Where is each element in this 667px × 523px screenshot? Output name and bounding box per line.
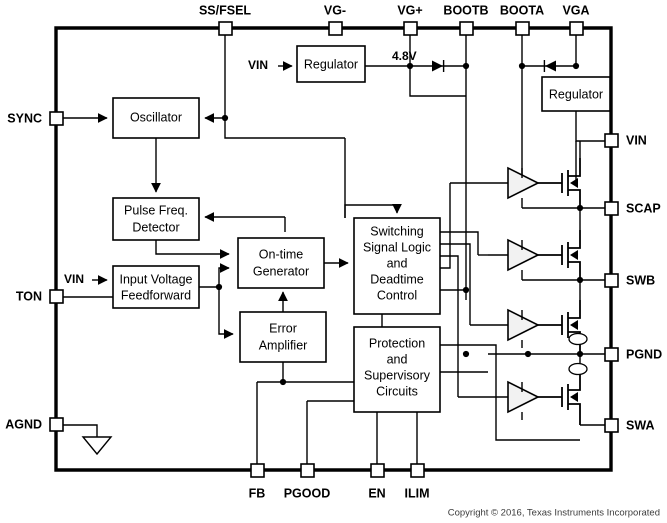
- otg-to-pfd-feedback-net: [204, 212, 286, 232]
- block-regulator-vga: Regulator: [541, 76, 611, 112]
- net-label-vin-regulator: VIN: [248, 58, 268, 72]
- net-label-vin-feedforward: VIN: [64, 272, 84, 286]
- agnd-ground-symbol: [63, 424, 113, 456]
- diode-vga-to-boota: [543, 60, 556, 72]
- block-label-ivf-line1: Input Voltage: [120, 272, 193, 286]
- pin-ton[interactable]: TON: [16, 289, 64, 304]
- pin-vga[interactable]: VGA: [562, 3, 590, 36]
- pin-label-agnd: AGND: [5, 417, 42, 431]
- pin-label-pgood: PGOOD: [284, 486, 331, 500]
- pin-pgnd[interactable]: PGND: [604, 347, 662, 362]
- block-oscillator: Oscillator: [112, 97, 200, 139]
- pin-label-vg-plus: VG+: [397, 3, 422, 17]
- block-label-ssl-line4: Deadtime: [370, 272, 424, 286]
- driver-scap: [488, 166, 540, 208]
- pin-label-vga: VGA: [562, 3, 589, 17]
- block-diagram-canvas: SS/FSEL VG- VG+ BOOTB BOOTA VGA SYNC TON…: [5, 3, 662, 519]
- diode-vgplus-to-bootb: [432, 60, 445, 72]
- vin-to-feedforward-net: VIN: [64, 272, 108, 286]
- pin-label-sync: SYNC: [7, 111, 42, 125]
- net-label-4v8: 4.8V: [392, 49, 417, 63]
- pin-sync[interactable]: SYNC: [7, 111, 64, 126]
- pin-label-boota: BOOTA: [500, 3, 544, 17]
- pin-scap[interactable]: SCAP: [604, 201, 661, 216]
- pin-bootb[interactable]: BOOTB: [443, 3, 489, 36]
- block-label-ea-line2: Amplifier: [259, 338, 308, 352]
- block-error-amplifier: Error Amplifier: [239, 311, 327, 363]
- block-label-pfd-line1: Pulse Freq.: [124, 203, 188, 217]
- block-pulse-freq-detector: Pulse Freq. Detector: [112, 197, 200, 241]
- block-label-ssl-line2: Signal Logic: [363, 240, 431, 254]
- vin-to-regulator-net: VIN: [248, 58, 293, 72]
- block-label-otg-line1: On-time: [259, 247, 304, 261]
- block-label-ssl-line1: Switching: [370, 224, 424, 238]
- feedforward-output-net: [199, 263, 234, 339]
- pin-vin-right[interactable]: VIN: [604, 133, 647, 148]
- block-switching-signal-logic: Switching Signal Logic and Deadtime Cont…: [353, 217, 441, 315]
- pin-label-fb: FB: [249, 486, 266, 500]
- block-label-prot-line3: Supervisory: [364, 368, 431, 382]
- pin-ss-fsel[interactable]: SS/FSEL: [199, 3, 251, 36]
- block-on-time-generator: On-time Generator: [237, 237, 325, 289]
- block-label-prot-line1: Protection: [369, 336, 425, 350]
- protection-pgood-net: [306, 400, 354, 464]
- block-label-otg-line2: Generator: [253, 264, 309, 278]
- pin-vg-plus[interactable]: VG+: [397, 3, 423, 36]
- pin-label-ton: TON: [16, 289, 42, 303]
- pin-fb[interactable]: FB: [249, 463, 266, 500]
- pin-vg-minus[interactable]: VG-: [324, 3, 346, 36]
- pin-label-ss-fsel: SS/FSEL: [199, 3, 251, 17]
- copyright-notice: Copyright © 2016, Texas Instruments Inco…: [448, 508, 660, 519]
- mosfet-swb: [522, 208, 605, 284]
- ssl-top-input-arrow: [344, 203, 402, 218]
- pin-label-en: EN: [368, 486, 385, 500]
- driver-pgnd-b: [488, 308, 540, 348]
- block-label-ssl-line5: Control: [377, 288, 417, 302]
- pin-boota[interactable]: BOOTA: [500, 3, 544, 36]
- block-label-ssl-line3: and: [387, 256, 408, 270]
- pin-label-swb: SWB: [626, 273, 655, 287]
- block-label-prot-line4: Circuits: [376, 384, 418, 398]
- block-label-regulator-vga: Regulator: [549, 87, 603, 101]
- block-label-ea-line1: Error: [269, 321, 297, 335]
- pgnd-rail-net: [488, 332, 588, 376]
- block-label-ivf-line2: Feedforward: [121, 288, 191, 302]
- block-label-prot-line2: and: [387, 352, 408, 366]
- block-label-regulator-vg: Regulator: [304, 57, 358, 71]
- error-amp-fb-net: [256, 362, 354, 464]
- mosfet-scap: [522, 141, 605, 212]
- pfd-to-otg-net: [155, 240, 230, 259]
- pin-en[interactable]: EN: [368, 463, 386, 500]
- mosfet-pgnd-b: [538, 280, 605, 358]
- block-protection-supervisory: Protection and Supervisory Circuits: [353, 326, 441, 413]
- pin-swb[interactable]: SWB: [604, 273, 655, 288]
- pin-label-pgnd: PGND: [626, 347, 662, 361]
- pin-label-scap: SCAP: [626, 201, 661, 215]
- block-diagram-figure: SS/FSEL VG- VG+ BOOTB BOOTA VGA SYNC TON…: [0, 0, 667, 523]
- block-label-oscillator: Oscillator: [130, 110, 182, 124]
- pin-label-vin-right: VIN: [626, 133, 647, 147]
- pin-label-vg-minus: VG-: [324, 3, 346, 17]
- pin-agnd[interactable]: AGND: [5, 417, 64, 432]
- pin-label-swa: SWA: [626, 418, 654, 432]
- pin-label-ilim: ILIM: [405, 486, 430, 500]
- block-label-pfd-line2: Detector: [132, 220, 179, 234]
- block-input-voltage-feedforward: Input Voltage Feedforward: [112, 265, 200, 309]
- block-regulator-vg: Regulator: [296, 45, 366, 83]
- pin-swa[interactable]: SWA: [604, 418, 654, 433]
- driver-swb: [488, 238, 540, 280]
- pin-label-bootb: BOOTB: [443, 3, 488, 17]
